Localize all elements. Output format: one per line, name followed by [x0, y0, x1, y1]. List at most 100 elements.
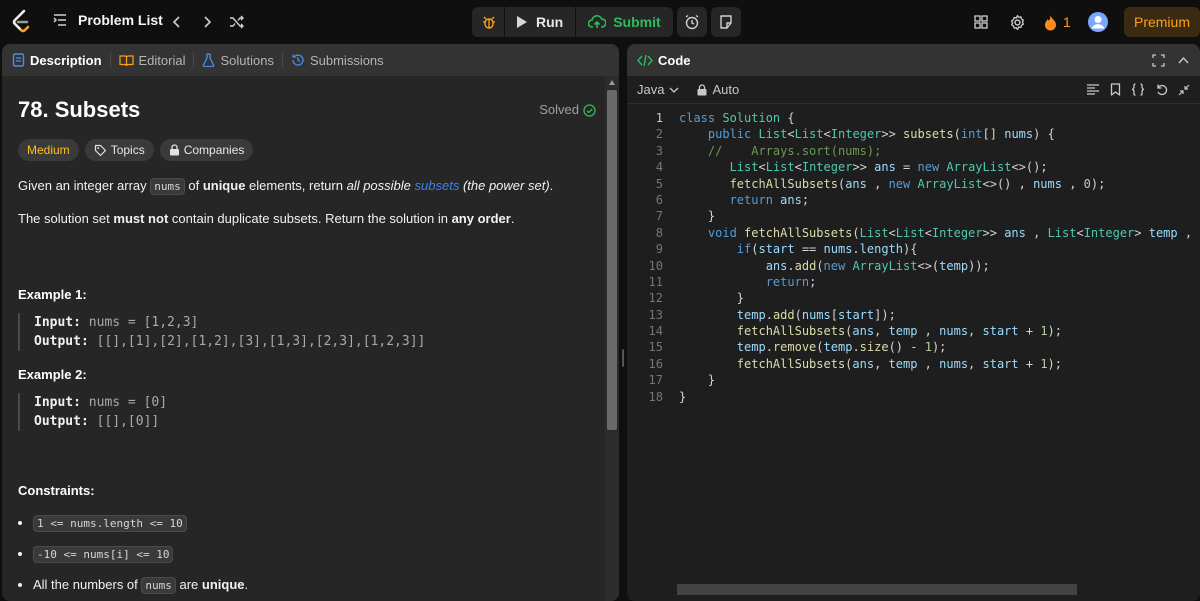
fire-icon — [1045, 14, 1056, 30]
lock-icon — [169, 144, 179, 156]
code-line[interactable]: 3 // Arrays.sort(nums); — [627, 143, 1200, 159]
tab-description[interactable]: Description — [12, 53, 102, 68]
list-icon — [53, 14, 66, 26]
random-problem-button[interactable] — [222, 7, 252, 37]
code-line[interactable]: 11 return; — [627, 274, 1200, 290]
line-number: 12 — [648, 291, 663, 306]
auto-label: Auto — [712, 82, 740, 97]
user-avatar-icon — [1087, 12, 1108, 32]
code-line[interactable]: 5 fetchAllSubsets(ans , new ArrayList<>(… — [627, 176, 1200, 192]
maximize-button[interactable] — [1152, 53, 1165, 67]
timer-button[interactable] — [676, 7, 707, 37]
code-line[interactable]: 4 List<List<Integer>> ans = new ArrayLis… — [627, 159, 1200, 175]
auto-complete-toggle[interactable]: Auto — [697, 82, 739, 97]
line-number: 11 — [648, 274, 663, 289]
debugger-button[interactable] — [474, 7, 504, 37]
description-scrollbar[interactable] — [605, 76, 619, 601]
braces-button[interactable] — [1131, 83, 1145, 96]
code-line[interactable]: 1 class Solution { — [627, 110, 1200, 126]
topics-button[interactable]: Topics — [84, 139, 154, 161]
premium-button[interactable]: Premium — [1124, 7, 1200, 37]
companies-button[interactable]: Companies — [159, 139, 254, 161]
description-paragraph-2: The solution set must not contain duplic… — [18, 211, 515, 226]
code-line[interactable]: 14 fetchAllSubsets(ans, temp , nums, sta… — [627, 323, 1200, 339]
code-line[interactable]: 13 temp.add(nums[start]); — [627, 307, 1200, 323]
expand-icon — [1152, 53, 1165, 67]
topics-label: Topics — [110, 143, 145, 157]
tab-divider — [109, 53, 111, 67]
code-line[interactable]: 10 ans.add(new ArrayList<>(temp)); — [627, 258, 1200, 274]
tab-code[interactable]: Code — [637, 53, 691, 68]
fullscreen-button[interactable] — [1178, 84, 1190, 96]
language-select[interactable]: Java — [637, 82, 679, 97]
reset-button[interactable] — [1155, 83, 1168, 96]
tab-submissions-label: Submissions — [309, 52, 384, 68]
language-label: Java — [637, 82, 665, 97]
code-text: return ans; — [729, 192, 810, 207]
problem-list-button[interactable]: Problem List — [52, 12, 163, 28]
editor-toolbar: Java Auto — [627, 76, 1200, 104]
chevron-left-icon — [172, 16, 180, 28]
run-button[interactable]: Run — [505, 7, 575, 37]
code-line[interactable]: 7 } — [627, 208, 1200, 224]
subsets-link[interactable]: subsets — [415, 178, 460, 193]
example-1-title: Example 1: — [18, 287, 87, 302]
submit-button[interactable]: Submit — [576, 7, 670, 37]
code-text: List<List<Integer>> ans = new ArrayList<… — [729, 160, 1048, 175]
layout-button[interactable] — [966, 7, 996, 37]
code-text: void fetchAllSubsets(List<List<Integer>>… — [707, 225, 1200, 240]
difficulty-badge: Medium — [18, 139, 79, 161]
problem-title: 78. Subsets — [18, 97, 141, 122]
history-icon — [292, 54, 304, 66]
panel-splitter[interactable] — [619, 44, 627, 601]
avatar[interactable] — [1083, 7, 1113, 37]
code-text: public List<List<Integer>> subsets(int[]… — [707, 127, 1055, 142]
code-text: } — [679, 373, 716, 388]
note-icon — [719, 15, 732, 29]
scroll-up-arrow-icon[interactable] — [609, 80, 615, 85]
problem-description: 78. Subsets Solved Medium Topics Compani… — [18, 96, 596, 596]
leetcode-logo-icon[interactable] — [10, 9, 34, 35]
streak-counter[interactable]: 1 — [1038, 7, 1077, 37]
code-line[interactable]: 16 fetchAllSubsets(ans, temp , nums, sta… — [627, 356, 1200, 372]
difficulty-label: Medium — [27, 143, 70, 157]
line-number: 15 — [648, 340, 663, 355]
next-problem-button[interactable] — [192, 7, 222, 37]
code-line[interactable]: 17 } — [627, 372, 1200, 388]
code-text: fetchAllSubsets(ans, temp , nums, start … — [736, 324, 1062, 339]
solved-label: Solved — [539, 102, 579, 117]
tab-submissions[interactable]: Submissions — [291, 53, 384, 68]
horizontal-scrollbar-thumb[interactable] — [677, 584, 1077, 595]
format-button[interactable] — [1086, 83, 1100, 96]
code-line[interactable]: 15 temp.remove(temp.size() - 1); — [627, 339, 1200, 355]
code-line[interactable]: 9 if(start == nums.length){ — [627, 241, 1200, 257]
code-text: } — [679, 389, 687, 404]
settings-button[interactable] — [1002, 7, 1032, 37]
streak-count: 1 — [1063, 14, 1071, 30]
description-paragraph-1: Given an integer array nums of unique el… — [18, 178, 554, 195]
notes-button[interactable] — [710, 7, 741, 37]
scrollbar-thumb[interactable] — [607, 90, 617, 430]
tab-solutions-label: Solutions — [220, 52, 274, 68]
code-panel: Code Java Auto 1 class Solution {2 publ… — [627, 44, 1200, 601]
code-brackets-icon — [637, 54, 653, 66]
splitter-handle[interactable] — [622, 349, 624, 367]
code-text: return; — [765, 274, 817, 289]
code-line[interactable]: 2 public List<List<Integer>> subsets(int… — [627, 126, 1200, 142]
line-number: 4 — [655, 160, 663, 175]
line-number: 18 — [648, 389, 663, 404]
prev-problem-button[interactable] — [162, 7, 192, 37]
tab-editorial[interactable]: Editorial — [118, 52, 186, 68]
code-line[interactable]: 8 void fetchAllSubsets(List<List<Integer… — [627, 225, 1200, 241]
code-editor[interactable]: 1 class Solution {2 public List<List<Inte… — [627, 110, 1200, 405]
code-line[interactable]: 6 return ans; — [627, 192, 1200, 208]
bookmark-button[interactable] — [1110, 83, 1121, 96]
collapse-button[interactable] — [1177, 54, 1190, 67]
bookmark-icon — [1110, 83, 1121, 96]
code-line[interactable]: 18} — [627, 389, 1200, 405]
code-line[interactable]: 12 } — [627, 290, 1200, 306]
tab-solutions[interactable]: Solutions — [202, 52, 274, 68]
code-text: temp.remove(temp.size() - 1); — [736, 340, 947, 355]
tab-divider — [193, 53, 195, 67]
tab-editorial-label: Editorial — [138, 52, 186, 68]
